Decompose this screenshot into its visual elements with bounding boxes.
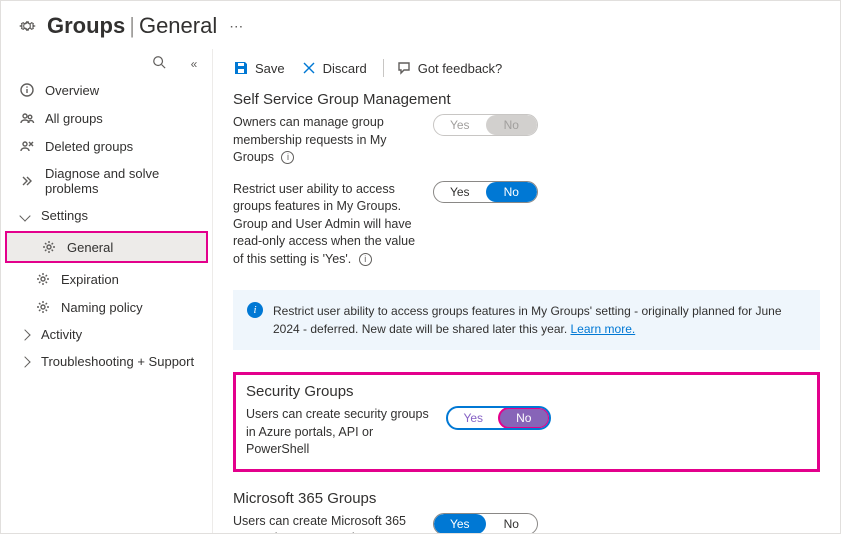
page-subtitle: General [139,13,217,39]
header-separator: | [129,13,135,39]
close-icon [301,60,317,76]
gear-icon [17,16,37,36]
toggle-yes[interactable]: Yes [448,408,499,428]
feedback-icon [396,60,412,76]
info-text: Restrict user ability to access groups f… [273,304,782,336]
learn-more-link[interactable]: Learn more. [571,322,636,336]
section-title: Security Groups [246,383,807,400]
nav-label: Overview [45,83,99,98]
sidebar-item-settings[interactable]: Settings [1,202,212,229]
toggle-membership-requests[interactable]: Yes No [433,114,538,136]
toggle-security-create[interactable]: Yes No [446,406,551,430]
discard-label: Discard [323,61,367,76]
collapse-icon[interactable]: « [184,57,204,71]
nav-label: General [67,240,113,255]
discard-button[interactable]: Discard [301,60,367,76]
save-button[interactable]: Save [233,60,285,76]
toggle-yes[interactable]: Yes [434,182,486,202]
toggle-no[interactable]: No [499,408,550,428]
sidebar: « Overview All groups Deleted groups Dia… [1,49,213,533]
deleted-groups-icon [19,138,35,154]
toggle-yes[interactable]: Yes [434,514,486,534]
save-label: Save [255,61,285,76]
sidebar-item-activity[interactable]: Activity [1,321,212,348]
nav-label: Naming policy [61,300,143,315]
groups-icon [19,110,35,126]
info-icon [19,82,35,98]
info-icon[interactable]: i [359,253,372,266]
toggle-restrict-access[interactable]: Yes No [433,181,538,203]
sidebar-item-overview[interactable]: Overview [1,76,212,104]
setting-label-restrict-access: Restrict user ability to access groups f… [233,181,433,269]
save-icon [233,60,249,76]
section-security-groups: Security Groups Users can create securit… [233,372,820,472]
gear-icon [35,299,51,315]
gear-icon [35,271,51,287]
feedback-button[interactable]: Got feedback? [396,60,503,76]
toggle-yes[interactable]: Yes [434,115,486,135]
toggle-m365-create[interactable]: Yes No [433,513,538,534]
chevron-down-icon [19,210,30,221]
toolbar: Save Discard Got feedback? [233,49,820,91]
section-self-service: Self Service Group Management Owners can… [233,91,820,268]
setting-label-membership-requests: Owners can manage group membership reque… [233,114,433,167]
sidebar-item-troubleshoot[interactable]: Troubleshooting + Support [1,348,212,375]
toggle-no[interactable]: No [486,182,538,202]
setting-label-security-create: Users can create security groups in Azur… [246,406,446,459]
section-title: Self Service Group Management [233,91,820,108]
sidebar-item-general[interactable]: General [7,233,206,261]
highlight-box-general: General [5,231,208,263]
info-icon: i [247,302,263,318]
nav-label: Diagnose and solve problems [45,166,202,196]
more-icon[interactable]: ⋯ [229,18,245,35]
setting-label-m365-create: Users can create Microsoft 365 groups in… [233,513,433,534]
page-title: Groups [47,13,125,39]
sidebar-item-deleted-groups[interactable]: Deleted groups [1,132,212,160]
chevron-right-icon [19,356,30,367]
feedback-label: Got feedback? [418,61,503,76]
search-icon[interactable] [152,55,166,72]
nav-label: All groups [45,111,103,126]
diagnose-icon [19,173,35,189]
nav-label: Settings [41,208,88,223]
nav-label: Deleted groups [45,139,133,154]
toolbar-separator [383,59,384,77]
sidebar-item-diagnose[interactable]: Diagnose and solve problems [1,160,212,202]
toggle-no[interactable]: No [486,115,538,135]
nav-label: Troubleshooting + Support [41,354,194,369]
nav-label: Activity [41,327,82,342]
toggle-no[interactable]: No [486,514,538,534]
sidebar-item-naming[interactable]: Naming policy [1,293,212,321]
info-icon[interactable]: i [281,151,294,164]
section-title: Microsoft 365 Groups [233,490,820,507]
info-banner: i Restrict user ability to access groups… [233,290,820,350]
main-content: Save Discard Got feedback? Self Service … [213,49,840,533]
chevron-right-icon [19,329,30,340]
sidebar-item-all-groups[interactable]: All groups [1,104,212,132]
page-header: Groups | General ⋯ [1,1,840,49]
nav-label: Expiration [61,272,119,287]
sidebar-item-expiration[interactable]: Expiration [1,265,212,293]
section-m365-groups: Microsoft 365 Groups Users can create Mi… [233,490,820,534]
gear-icon [41,239,57,255]
